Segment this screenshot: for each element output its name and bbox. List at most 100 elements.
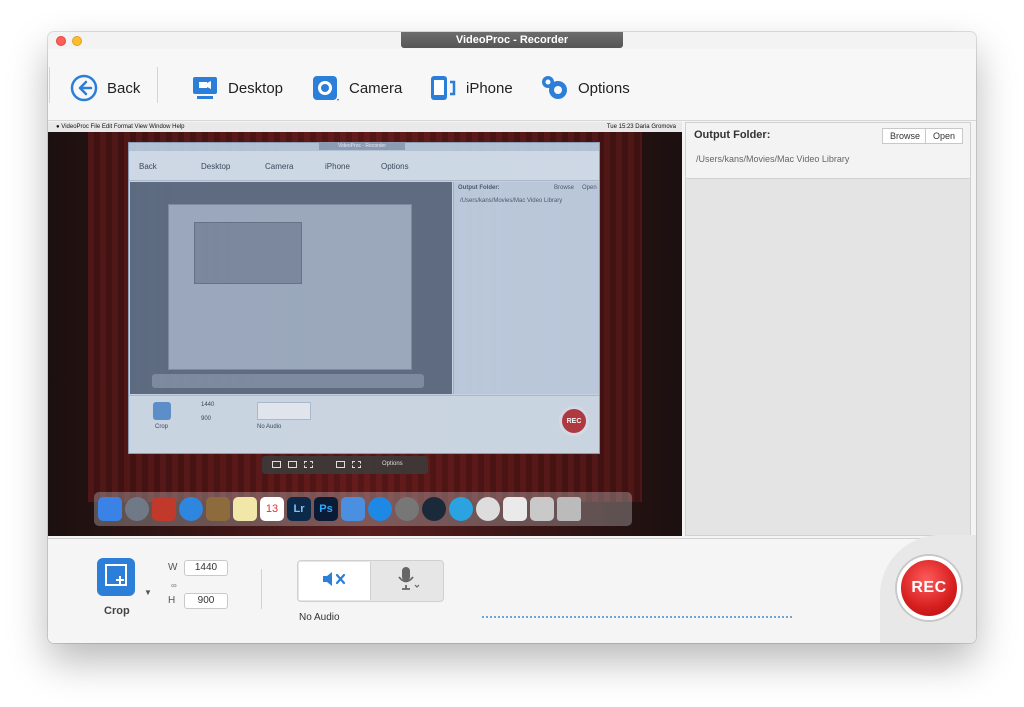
close-window-button[interactable] — [56, 36, 66, 46]
videoproc-icon — [476, 497, 500, 521]
output-folder-box: Output Folder: Browse Open /Users/kans/M… — [686, 123, 970, 179]
iphone-icon — [428, 73, 458, 103]
preview-clock: Tue 15:23 Daria Gromova — [606, 124, 676, 130]
audio-controls — [297, 560, 444, 602]
nested-options: Options — [381, 162, 409, 171]
finder-icon — [98, 497, 122, 521]
nested-recorder-window: VideoProc - Recorder Back Desktop Camera… — [128, 142, 600, 454]
photoshop-icon: Ps — [314, 497, 338, 521]
title-bar: VideoProc - Recorder — [48, 32, 976, 49]
bottom-controls: ▼ Crop W 1440 ∞ H 900 No Audio REC — [48, 535, 976, 643]
width-field[interactable]: 1440 — [184, 560, 228, 576]
window-title: VideoProc - Recorder — [401, 32, 623, 48]
back-arrow-icon — [69, 73, 99, 103]
rec-button[interactable]: REC — [897, 556, 961, 620]
nested-title: VideoProc - Recorder — [319, 143, 405, 150]
nested-title-bar: VideoProc - Recorder — [129, 143, 599, 151]
nested-crop-label: Crop — [155, 424, 169, 430]
safari-icon — [179, 497, 203, 521]
gears-icon — [540, 73, 570, 103]
apple-icon: ● — [56, 124, 60, 130]
desktop-icon — [190, 73, 220, 103]
main-toolbar: Back Desktop Camera iPhone Options — [48, 49, 976, 121]
calendar-icon: 13 — [260, 497, 284, 521]
documents-icon — [530, 497, 554, 521]
photo-booth-icon — [152, 497, 176, 521]
nested-height: 900 — [201, 416, 212, 422]
output-folder-path: /Users/kans/Movies/Mac Video Library — [696, 154, 850, 164]
capture-window-icon — [272, 461, 281, 468]
capture-region-icon — [304, 461, 313, 468]
screen-preview[interactable]: ● VideoProc File Edit Format View Window… — [48, 122, 682, 536]
back-label: Back — [107, 79, 141, 97]
toolbar-divider — [49, 67, 50, 103]
width-label: W — [168, 562, 178, 573]
preview-menubar: ● VideoProc File Edit Format View Window… — [48, 122, 682, 132]
crop-icon — [102, 561, 130, 594]
nested-output-path: /Users/kans/Movies/Mac Video Library — [460, 198, 563, 204]
camera-label: Camera — [349, 79, 403, 97]
nested-width: 1440 — [201, 402, 215, 408]
capture-options-label: Options — [382, 461, 403, 467]
preview-dock: 13 Lr Ps — [94, 492, 632, 526]
nested-crop-icon — [153, 402, 171, 420]
toolbar-divider — [157, 67, 158, 103]
nested-output-label: Output Folder: — [458, 185, 500, 191]
trash-icon — [557, 497, 581, 521]
recorder-window: VideoProc - Recorder Back Desktop Camera — [48, 32, 976, 643]
audio-level-meter — [482, 616, 792, 618]
notes-book-icon — [206, 497, 230, 521]
camera-tab[interactable]: Camera — [311, 73, 402, 103]
bottom-divider — [261, 569, 262, 609]
microphone-button[interactable] — [372, 562, 443, 600]
output-panel: Output Folder: Browse Open /Users/kans/M… — [685, 122, 971, 536]
audio-status-label: No Audio — [299, 612, 340, 623]
speaker-muted-icon — [321, 570, 349, 593]
crop-dropdown-icon[interactable]: ▼ — [144, 588, 152, 597]
mute-button[interactable] — [299, 562, 371, 600]
record-region-icon — [352, 461, 361, 468]
browse-button[interactable]: Browse — [882, 128, 929, 144]
desktop-tab[interactable]: Desktop — [190, 73, 283, 103]
pages-icon — [341, 497, 365, 521]
notes-icon — [233, 497, 257, 521]
nested-browse: Browse — [554, 185, 575, 191]
iphone-tab[interactable]: iPhone — [428, 73, 513, 103]
lightroom-icon: Lr — [287, 497, 311, 521]
crop-button[interactable] — [97, 558, 135, 596]
nested-bottom-bar: Crop 1440 900 No Audio REC — [129, 395, 599, 453]
height-field[interactable]: 900 — [184, 593, 228, 609]
nested-screen-preview — [130, 182, 452, 394]
back-button[interactable]: Back — [69, 73, 140, 103]
nested-screen-level-3 — [194, 222, 302, 284]
microphone-icon — [396, 566, 420, 597]
preview-app-icon — [503, 497, 527, 521]
preview-menu-items: VideoProc File Edit Format View Window H… — [61, 124, 185, 130]
nested-audio-label: No Audio — [257, 424, 282, 430]
nested-toolbar: Back Desktop Camera iPhone Options — [129, 151, 599, 181]
nested-output-panel: Output Folder: Browse Open /Users/kans/M… — [453, 182, 599, 394]
options-tab[interactable]: Options — [540, 73, 630, 103]
output-folder-label: Output Folder: — [694, 129, 771, 141]
steam-icon — [422, 497, 446, 521]
system-preferences-icon — [395, 497, 419, 521]
capture-toolbar: Options — [262, 456, 428, 474]
nested-iphone: iPhone — [325, 162, 350, 171]
nested-camera: Camera — [265, 162, 294, 171]
telegram-icon — [449, 497, 473, 521]
minimize-window-button[interactable] — [72, 36, 82, 46]
open-button[interactable]: Open — [925, 128, 964, 144]
nested-audio-group — [257, 402, 311, 420]
iphone-label: iPhone — [466, 79, 513, 97]
nested-rec-button: REC — [559, 406, 589, 436]
record-screen-icon — [336, 461, 345, 468]
nested-dock — [152, 374, 424, 388]
crop-label: Crop — [104, 605, 130, 617]
launchpad-icon — [125, 497, 149, 521]
app-store-icon — [368, 497, 392, 521]
camera-icon — [311, 73, 341, 103]
nested-desktop: Desktop — [201, 162, 231, 171]
height-label: H — [168, 595, 176, 606]
link-icon[interactable]: ∞ — [171, 581, 177, 590]
nested-open: Open — [582, 185, 597, 191]
